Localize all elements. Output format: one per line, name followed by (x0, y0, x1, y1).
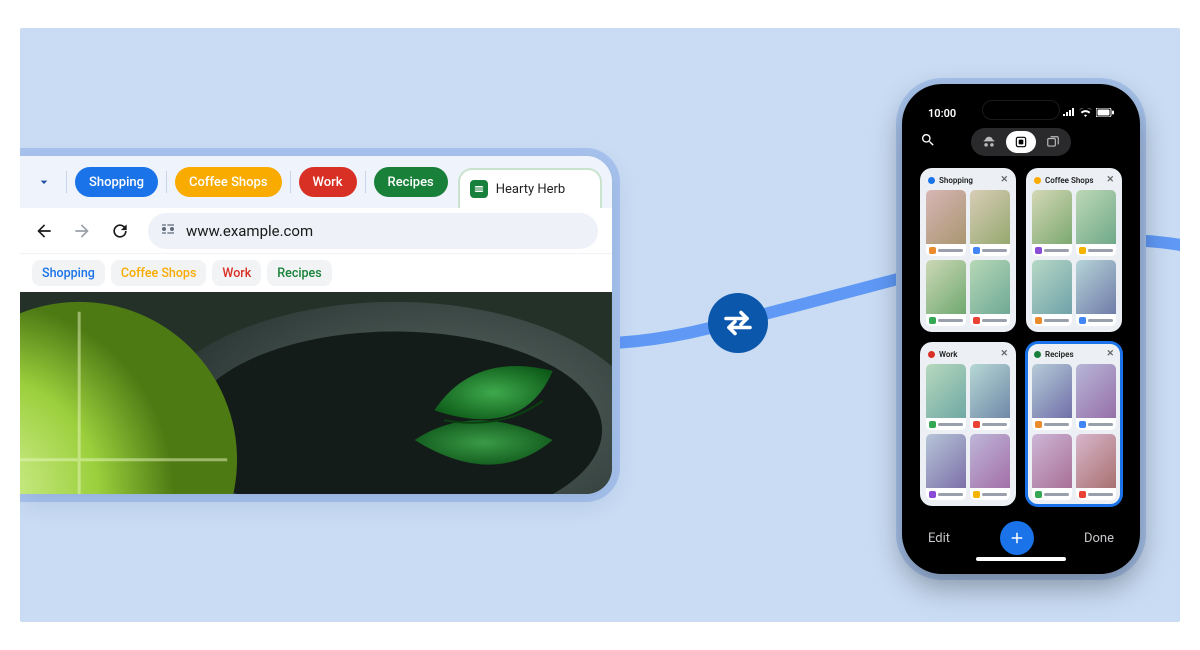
group-title: Coffee Shops (1045, 176, 1102, 185)
toolbar: www.example.com (20, 208, 612, 254)
separator (166, 171, 167, 193)
separator (290, 171, 291, 193)
separator (365, 171, 366, 193)
desktop-browser-card: Shopping Coffee Shops Work Recipes Heart… (20, 156, 612, 494)
omnibox[interactable]: www.example.com (148, 213, 598, 249)
tab-thumbnail[interactable] (970, 434, 1010, 500)
group-color-dot (1034, 351, 1041, 358)
tab-thumbnail[interactable] (1032, 260, 1072, 326)
back-icon[interactable] (34, 221, 54, 241)
group-color-dot (928, 177, 935, 184)
new-tab-fab[interactable] (1000, 521, 1034, 555)
done-button[interactable]: Done (1084, 531, 1114, 546)
tab-thumbnail[interactable] (1032, 190, 1072, 256)
tab-group-pill-coffee-shops[interactable]: Coffee Shops (175, 167, 282, 197)
active-tab[interactable]: Hearty Herb (458, 168, 602, 208)
tab-switcher-toolbar (910, 122, 1132, 162)
group-card-recipes[interactable]: Recipes ✕ (1026, 342, 1122, 506)
group-thumbs (1028, 364, 1120, 504)
promo-stage: Shopping Coffee Shops Work Recipes Heart… (20, 28, 1180, 622)
tab-strip: Shopping Coffee Shops Work Recipes Heart… (20, 156, 612, 208)
forward-icon[interactable] (72, 221, 92, 241)
status-time: 10:00 (928, 107, 956, 120)
segment-incognito-icon[interactable] (974, 131, 1004, 153)
group-color-dot (928, 351, 935, 358)
dynamic-island (982, 100, 1060, 120)
bookmarks-bar: Shopping Coffee Shops Work Recipes (20, 254, 612, 292)
tab-thumbnail[interactable] (1076, 260, 1116, 326)
group-color-dot (1034, 177, 1041, 184)
group-card-work[interactable]: Work ✕ (920, 342, 1016, 506)
sync-transfer-icon (708, 293, 768, 353)
home-indicator (976, 557, 1066, 561)
tab-thumbnail[interactable] (1032, 364, 1072, 430)
bookmark-work[interactable]: Work (212, 260, 261, 286)
tab-thumbnail[interactable] (1076, 190, 1116, 256)
close-icon[interactable]: ✕ (1000, 349, 1008, 359)
favicon-icon (470, 180, 488, 198)
wifi-icon (1079, 107, 1092, 120)
edit-button[interactable]: Edit (928, 531, 950, 546)
tabs-overflow-chevron-icon[interactable] (30, 168, 58, 196)
bookmark-recipes[interactable]: Recipes (267, 260, 331, 286)
close-icon[interactable]: ✕ (1000, 175, 1008, 185)
group-thumbs (922, 364, 1014, 504)
signal-icon (1063, 107, 1075, 120)
tab-thumbnail[interactable] (1032, 434, 1072, 500)
close-icon[interactable]: ✕ (1106, 349, 1114, 359)
tab-thumbnail[interactable] (1076, 434, 1116, 500)
tab-thumbnail[interactable] (970, 364, 1010, 430)
bookmark-shopping[interactable]: Shopping (32, 260, 105, 286)
page-content (20, 292, 612, 494)
group-title: Recipes (1045, 350, 1102, 359)
tab-thumbnail[interactable] (926, 364, 966, 430)
tab-group-pill-recipes[interactable]: Recipes (374, 167, 448, 197)
tab-thumbnail[interactable] (926, 260, 966, 326)
separator (66, 171, 67, 193)
tab-thumbnail[interactable] (926, 434, 966, 500)
close-icon[interactable]: ✕ (1106, 175, 1114, 185)
segment-groups-icon[interactable] (1006, 131, 1036, 153)
tab-group-pill-shopping[interactable]: Shopping (75, 167, 158, 197)
omnibox-text: www.example.com (186, 222, 313, 240)
reload-icon[interactable] (110, 221, 130, 241)
search-icon[interactable] (920, 132, 936, 152)
tab-thumbnail[interactable] (1076, 364, 1116, 430)
group-card-coffee-shops[interactable]: Coffee Shops ✕ (1026, 168, 1122, 332)
battery-icon (1096, 107, 1114, 120)
tab-groups-grid: Shopping ✕ Coffee Shops ✕ (910, 162, 1132, 510)
group-card-shopping[interactable]: Shopping ✕ (920, 168, 1016, 332)
tab-thumbnail[interactable] (970, 190, 1010, 256)
phone-mock: 10:00 (902, 84, 1140, 574)
tab-thumbnail[interactable] (970, 260, 1010, 326)
tab-group-pill-work[interactable]: Work (299, 167, 357, 197)
group-title: Work (939, 350, 996, 359)
site-settings-icon[interactable] (160, 221, 176, 241)
segment-tabs-icon[interactable] (1038, 131, 1068, 153)
active-tab-title: Hearty Herb (496, 182, 565, 197)
group-thumbs (922, 190, 1014, 330)
hero-food-image (20, 292, 612, 494)
tab-view-segmented[interactable] (971, 128, 1071, 156)
group-title: Shopping (939, 176, 996, 185)
bookmark-coffee-shops[interactable]: Coffee Shops (111, 260, 207, 286)
group-thumbs (1028, 190, 1120, 330)
tab-thumbnail[interactable] (926, 190, 966, 256)
